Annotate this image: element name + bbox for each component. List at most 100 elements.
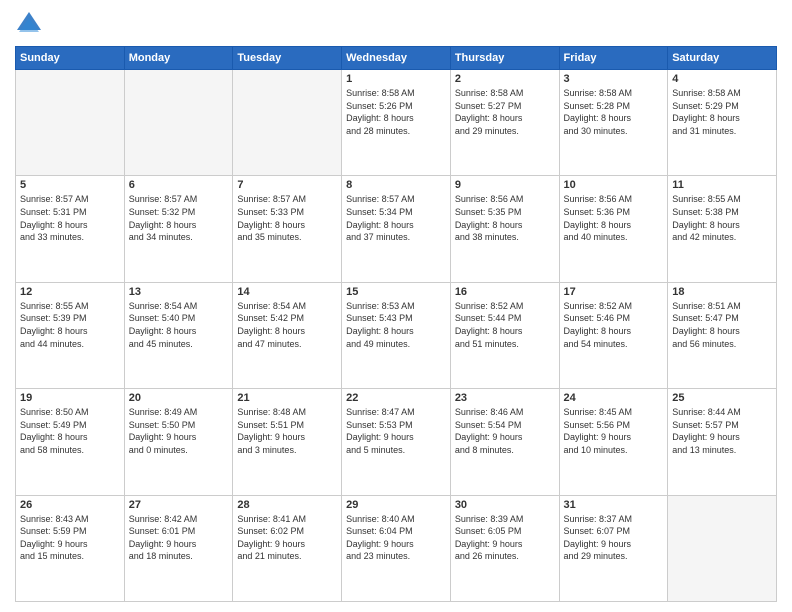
- day-number: 5: [20, 179, 120, 191]
- day-info: Sunrise: 8:39 AM Sunset: 6:05 PM Dayligh…: [455, 513, 555, 563]
- day-number: 30: [455, 499, 555, 511]
- day-number: 12: [20, 286, 120, 298]
- calendar-week-row: 12 Sunrise: 8:55 AM Sunset: 5:39 PM Dayli…: [16, 282, 777, 388]
- day-number: 20: [129, 392, 229, 404]
- calendar-cell: 11 Sunrise: 8:55 AM Sunset: 5:38 PM Dayli…: [668, 176, 777, 282]
- calendar-cell: 18Sunrise: 8:51 AM Sunset: 5:47 PM Dayli…: [668, 282, 777, 388]
- calendar-cell: 17 Sunrise: 8:52 AM Sunset: 5:46 PM Dayli…: [559, 282, 668, 388]
- calendar-cell: 7 Sunrise: 8:57 AM Sunset: 5:33 PM Daylig…: [233, 176, 342, 282]
- day-number: 29: [346, 499, 446, 511]
- calendar-cell: 16 Sunrise: 8:52 AM Sunset: 5:44 PM Dayli…: [450, 282, 559, 388]
- day-number: 31: [564, 499, 664, 511]
- day-number: 6: [129, 179, 229, 191]
- day-number: 11: [672, 179, 772, 191]
- day-info: Sunrise: 8:56 AM Sunset: 5:35 PM Dayligh…: [455, 193, 555, 243]
- calendar-cell: 14Sunrise: 8:54 AM Sunset: 5:42 PM Dayli…: [233, 282, 342, 388]
- calendar-cell: 22 Sunrise: 8:47 AM Sunset: 5:53 PM Dayli…: [342, 389, 451, 495]
- calendar-cell: 24 Sunrise: 8:45 AM Sunset: 5:56 PM Dayli…: [559, 389, 668, 495]
- day-number: 17: [564, 286, 664, 298]
- day-info: Sunrise: 8:56 AM Sunset: 5:36 PM Dayligh…: [564, 193, 664, 243]
- day-info: Sunrise: 8:47 AM Sunset: 5:53 PM Dayligh…: [346, 406, 446, 456]
- day-info: Sunrise: 8:55 AM Sunset: 5:39 PM Dayligh…: [20, 300, 120, 350]
- day-number: 9: [455, 179, 555, 191]
- day-number: 21: [237, 392, 337, 404]
- day-info: Sunrise: 8:55 AM Sunset: 5:38 PM Dayligh…: [672, 193, 772, 243]
- day-info: Sunrise: 8:50 AM Sunset: 5:49 PM Dayligh…: [20, 406, 120, 456]
- calendar-cell: [668, 495, 777, 601]
- calendar-cell: [16, 70, 125, 176]
- calendar-cell: 19 Sunrise: 8:50 AM Sunset: 5:49 PM Dayli…: [16, 389, 125, 495]
- calendar-cell: 20 Sunrise: 8:49 AM Sunset: 5:50 PM Dayli…: [124, 389, 233, 495]
- day-info: Sunrise: 8:52 AM Sunset: 5:46 PM Dayligh…: [564, 300, 664, 350]
- day-number: 14: [237, 286, 337, 298]
- calendar-cell: 3 Sunrise: 8:58 AM Sunset: 5:28 PM Daylig…: [559, 70, 668, 176]
- calendar-week-row: 1Sunrise: 8:58 AM Sunset: 5:26 PM Daylig…: [16, 70, 777, 176]
- header: [15, 10, 777, 38]
- day-info: Sunrise: 8:44 AM Sunset: 5:57 PM Dayligh…: [672, 406, 772, 456]
- day-number: 27: [129, 499, 229, 511]
- calendar-cell: 21 Sunrise: 8:48 AM Sunset: 5:51 PM Dayli…: [233, 389, 342, 495]
- day-info: Sunrise: 8:57 AM Sunset: 5:33 PM Dayligh…: [237, 193, 337, 243]
- calendar-cell: [124, 70, 233, 176]
- calendar-cell: 29 Sunrise: 8:40 AM Sunset: 6:04 PM Dayli…: [342, 495, 451, 601]
- calendar-cell: 23 Sunrise: 8:46 AM Sunset: 5:54 PM Dayli…: [450, 389, 559, 495]
- day-info: Sunrise: 8:52 AM Sunset: 5:44 PM Dayligh…: [455, 300, 555, 350]
- calendar-cell: [233, 70, 342, 176]
- calendar-cell: 10 Sunrise: 8:56 AM Sunset: 5:36 PM Dayli…: [559, 176, 668, 282]
- day-info: Sunrise: 8:48 AM Sunset: 5:51 PM Dayligh…: [237, 406, 337, 456]
- day-info: Sunrise: 8:57 AM Sunset: 5:34 PM Dayligh…: [346, 193, 446, 243]
- logo: [15, 10, 47, 38]
- day-info: Sunrise: 8:49 AM Sunset: 5:50 PM Dayligh…: [129, 406, 229, 456]
- calendar-cell: 25 Sunrise: 8:44 AM Sunset: 5:57 PM Dayli…: [668, 389, 777, 495]
- calendar-cell: 13Sunrise: 8:54 AM Sunset: 5:40 PM Dayli…: [124, 282, 233, 388]
- weekday-header-friday: Friday: [559, 47, 668, 70]
- calendar-table: SundayMondayTuesdayWednesdayThursdayFrid…: [15, 46, 777, 602]
- weekday-header-wednesday: Wednesday: [342, 47, 451, 70]
- day-number: 8: [346, 179, 446, 191]
- day-info: Sunrise: 8:45 AM Sunset: 5:56 PM Dayligh…: [564, 406, 664, 456]
- day-info: Sunrise: 8:57 AM Sunset: 5:32 PM Dayligh…: [129, 193, 229, 243]
- calendar-cell: 31 Sunrise: 8:37 AM Sunset: 6:07 PM Dayli…: [559, 495, 668, 601]
- day-number: 23: [455, 392, 555, 404]
- calendar-cell: 15Sunrise: 8:53 AM Sunset: 5:43 PM Dayli…: [342, 282, 451, 388]
- day-info: Sunrise: 8:58 AM Sunset: 5:27 PM Dayligh…: [455, 87, 555, 137]
- weekday-header-thursday: Thursday: [450, 47, 559, 70]
- day-number: 15: [346, 286, 446, 298]
- calendar-cell: 26 Sunrise: 8:43 AM Sunset: 5:59 PM Dayli…: [16, 495, 125, 601]
- calendar-cell: 9 Sunrise: 8:56 AM Sunset: 5:35 PM Daylig…: [450, 176, 559, 282]
- calendar-cell: 2 Sunrise: 8:58 AM Sunset: 5:27 PM Daylig…: [450, 70, 559, 176]
- day-number: 3: [564, 73, 664, 85]
- weekday-header-saturday: Saturday: [668, 47, 777, 70]
- day-number: 24: [564, 392, 664, 404]
- day-number: 18: [672, 286, 772, 298]
- day-info: Sunrise: 8:58 AM Sunset: 5:28 PM Dayligh…: [564, 87, 664, 137]
- day-info: Sunrise: 8:37 AM Sunset: 6:07 PM Dayligh…: [564, 513, 664, 563]
- day-number: 19: [20, 392, 120, 404]
- calendar-cell: 12 Sunrise: 8:55 AM Sunset: 5:39 PM Dayli…: [16, 282, 125, 388]
- day-info: Sunrise: 8:58 AM Sunset: 5:26 PM Dayligh…: [346, 87, 446, 137]
- calendar-cell: 27 Sunrise: 8:42 AM Sunset: 6:01 PM Dayli…: [124, 495, 233, 601]
- weekday-header-sunday: Sunday: [16, 47, 125, 70]
- day-info: Sunrise: 8:46 AM Sunset: 5:54 PM Dayligh…: [455, 406, 555, 456]
- calendar-cell: 4 Sunrise: 8:58 AM Sunset: 5:29 PM Daylig…: [668, 70, 777, 176]
- page: SundayMondayTuesdayWednesdayThursdayFrid…: [0, 0, 792, 612]
- weekday-header-row: SundayMondayTuesdayWednesdayThursdayFrid…: [16, 47, 777, 70]
- day-info: Sunrise: 8:58 AM Sunset: 5:29 PM Dayligh…: [672, 87, 772, 137]
- day-number: 7: [237, 179, 337, 191]
- calendar-cell: 30 Sunrise: 8:39 AM Sunset: 6:05 PM Dayli…: [450, 495, 559, 601]
- day-number: 16: [455, 286, 555, 298]
- weekday-header-monday: Monday: [124, 47, 233, 70]
- day-info: Sunrise: 8:40 AM Sunset: 6:04 PM Dayligh…: [346, 513, 446, 563]
- day-number: 22: [346, 392, 446, 404]
- day-info: Sunrise: 8:43 AM Sunset: 5:59 PM Dayligh…: [20, 513, 120, 563]
- day-info: Sunrise: 8:54 AM Sunset: 5:40 PM Dayligh…: [129, 300, 229, 350]
- day-number: 10: [564, 179, 664, 191]
- day-number: 4: [672, 73, 772, 85]
- day-number: 26: [20, 499, 120, 511]
- calendar-cell: 28Sunrise: 8:41 AM Sunset: 6:02 PM Dayli…: [233, 495, 342, 601]
- day-info: Sunrise: 8:57 AM Sunset: 5:31 PM Dayligh…: [20, 193, 120, 243]
- calendar-cell: 8 Sunrise: 8:57 AM Sunset: 5:34 PM Daylig…: [342, 176, 451, 282]
- day-info: Sunrise: 8:42 AM Sunset: 6:01 PM Dayligh…: [129, 513, 229, 563]
- day-number: 2: [455, 73, 555, 85]
- day-number: 25: [672, 392, 772, 404]
